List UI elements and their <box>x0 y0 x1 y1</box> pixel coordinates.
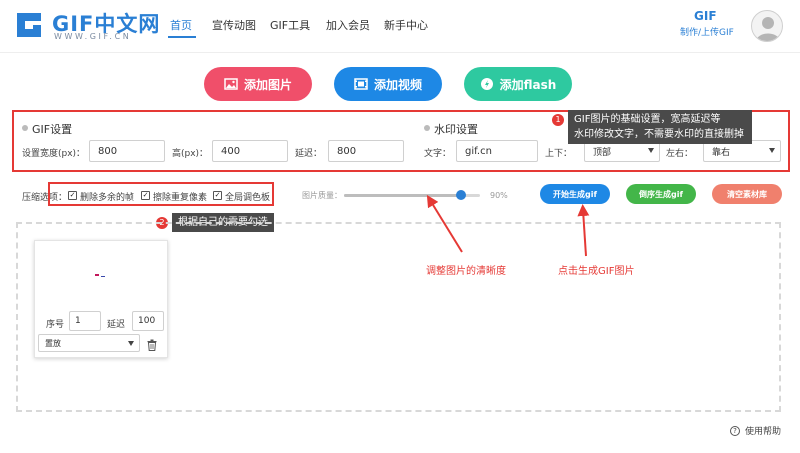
help-label: 使用帮助 <box>745 427 782 437</box>
help-link[interactable]: ? 使用帮助 <box>730 424 781 437</box>
arrow-to-generate-button <box>577 204 590 257</box>
arrow-to-quality-slider <box>426 194 463 253</box>
generate-annotation: 点击生成GIF图片 <box>558 266 635 277</box>
quality-annotation: 调整图片的清晰度 <box>426 266 506 277</box>
annotation-arrows <box>426 194 590 257</box>
help-icon: ? <box>730 425 740 436</box>
